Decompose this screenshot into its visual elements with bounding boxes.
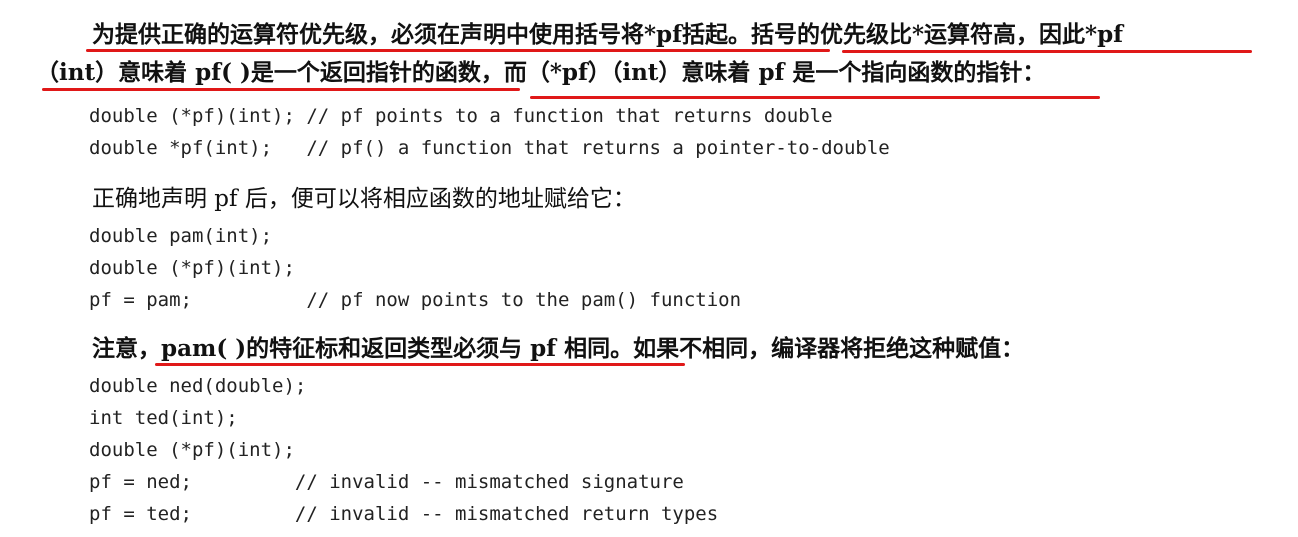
paragraph-3: 注意，pam( )的特征标和返回类型必须与 pf 相同。如果不相同，编译器将拒绝…: [92, 334, 1024, 364]
code-line: pf = ted; // invalid -- mismatched retur…: [89, 503, 719, 525]
paragraph-1-line-2: （int）意味着 pf( )是一个返回指针的函数，而（*pf）（int）意味着 …: [36, 58, 1045, 88]
red-underline: [155, 363, 685, 366]
code-line: double (*pf)(int); // pf points to a fun…: [89, 105, 833, 127]
code-line: double (*pf)(int);: [89, 439, 295, 461]
red-underline: [842, 50, 1252, 53]
red-underline: [42, 88, 520, 91]
code-line: pf = pam; // pf now points to the pam() …: [89, 289, 742, 311]
paragraph-3-highlight: pam( )的特征标和返回类型必须与 pf 相同。: [161, 335, 634, 362]
paragraph-3-tail: 如果不相同，编译器将拒绝这种赋值：: [633, 335, 1025, 362]
paragraph-1-line-2-highlight-b: 而（*pf）（int）意味着 pf 是一个指向函数的指针：: [503, 59, 1046, 86]
red-underline: [86, 49, 830, 52]
paragraph-1-line-1: 为提供正确的运算符优先级，必须在声明中使用括号将*pf括起。括号的优先级比*运算…: [92, 20, 1123, 50]
paragraph-1-line-2-highlight-a: （int）意味着 pf( )是一个返回指针的函数，: [36, 59, 504, 86]
code-line: int ted(int);: [89, 407, 238, 429]
paragraph-1-line-1-highlight-a: 为提供正确的运算符优先级，必须在声明中使用括号将*pf括起。: [92, 21, 752, 48]
book-page: 为提供正确的运算符优先级，必须在声明中使用括号将*pf括起。括号的优先级比*运算…: [0, 0, 1298, 537]
code-line: double *pf(int); // pf() a function that…: [89, 137, 890, 159]
code-line: double (*pf)(int);: [89, 257, 295, 279]
code-line: double ned(double);: [89, 375, 307, 397]
code-line: pf = ned; // invalid -- mismatched signa…: [89, 471, 684, 493]
red-underline: [530, 96, 1100, 99]
paragraph-3-lead: 注意，: [92, 335, 161, 362]
code-line: double pam(int);: [89, 225, 273, 247]
paragraph-1-line-1-highlight-b: 括号的优先级比*运算符高，因此*pf: [751, 21, 1124, 48]
paragraph-2: 正确地声明 pf 后，便可以将相应函数的地址赋给它：: [92, 186, 636, 212]
